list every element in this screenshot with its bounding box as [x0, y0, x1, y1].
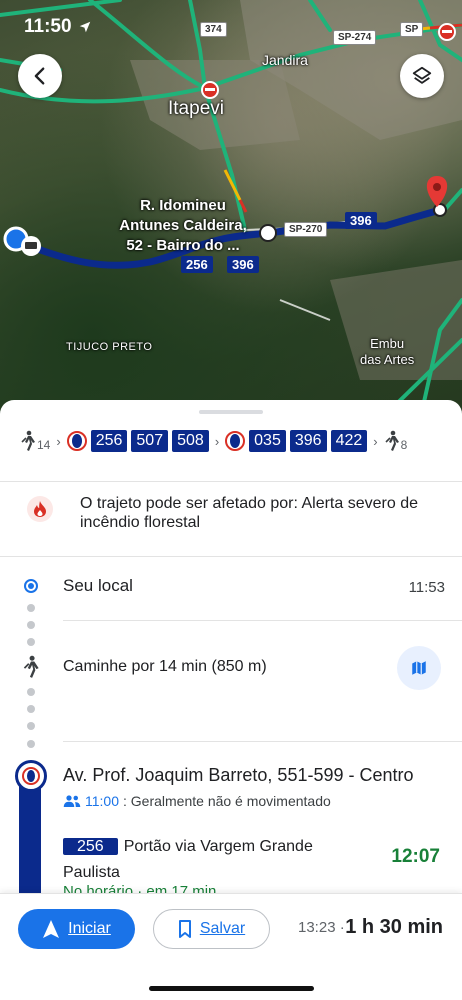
save-route-button[interactable]: Salvar	[153, 909, 270, 949]
bottom-action-bar: Iniciar Salvar 13:23 · 1 h 30 min	[0, 893, 462, 1000]
destination-label-line3: 52 - Bairro do ...	[126, 237, 240, 254]
divider	[0, 556, 462, 557]
origin-time: 11:53	[408, 579, 445, 596]
map-layers-button[interactable]	[400, 54, 444, 98]
crowd-text: : Geralmente não é movimentado	[123, 793, 331, 809]
trip-duration: 1 h 30 min	[345, 916, 443, 938]
start-navigation-button[interactable]: Iniciar	[18, 909, 135, 949]
timeline-dot	[27, 604, 35, 612]
walk-icon	[385, 430, 399, 451]
arrival-time: 13:23 ·	[298, 919, 345, 936]
timeline-dot	[27, 722, 35, 730]
summary-line-badge: 508	[172, 430, 209, 452]
walk-start-minutes: 14	[37, 438, 51, 452]
map-label-tijuco-preto: TIJUCO PRETO	[66, 341, 153, 353]
separator: ·	[339, 919, 345, 936]
walk-step-label[interactable]: Caminhe por 14 min (850 m)	[63, 658, 267, 676]
wildfire-alert[interactable]: O trajeto pode ser afetado por: Alerta s…	[0, 494, 462, 532]
chevron-right-icon: ›	[214, 433, 220, 449]
map-route-badge-396: 396	[227, 256, 259, 273]
road-shield-sp270: SP-270	[284, 222, 328, 237]
embu-label-line2: das Artes	[360, 352, 415, 367]
map-label-jandira: Jandira	[262, 52, 308, 68]
divider	[63, 741, 462, 742]
summary-line-badge: 035	[249, 430, 286, 452]
timeline-dot	[27, 740, 35, 748]
walk-icon	[23, 655, 39, 678]
road-shield-sp: SP	[400, 22, 424, 37]
route-summary[interactable]: 14 › 256 507 508 › 035 396 422 › 8	[0, 426, 462, 456]
layers-icon	[412, 66, 432, 84]
people-icon	[63, 795, 81, 807]
origin-label: Seu local	[63, 576, 133, 595]
bus-stop-name[interactable]: Av. Prof. Joaquim Barreto, 551-599 - Cen…	[63, 765, 414, 786]
map-route-badge-396-east: 396	[345, 212, 377, 229]
metro-bus-icon	[66, 431, 87, 451]
walk-end-segment: 8	[384, 430, 408, 452]
location-arrow-icon	[79, 21, 90, 33]
clock-text: 11:50	[24, 16, 72, 37]
directions-sheet: 14 › 256 507 508 › 035 396 422 › 8 O tra…	[0, 400, 462, 1000]
fire-alert-icon	[27, 496, 53, 522]
summary-line-badge: 422	[330, 430, 368, 452]
alert-text: O trajeto pode ser afetado por: Alerta s…	[80, 495, 418, 531]
departure-time: 12:07	[391, 846, 440, 867]
destination-label-line2: Antunes Caldeira,	[119, 217, 247, 234]
timeline-dot	[27, 621, 35, 629]
chevron-right-icon: ›	[373, 433, 378, 449]
chevron-right-icon: ›	[56, 433, 61, 449]
arrival-time-value: 13:23	[298, 919, 336, 936]
map-view[interactable]: 11:50 374 SP-274 SP SP-270 Jandira Itape…	[0, 0, 462, 420]
map-label-embu: Embu das Artes	[360, 336, 414, 368]
map-route-badge-256: 256	[181, 256, 213, 273]
timeline-dot	[27, 638, 35, 646]
show-walk-map-button[interactable]	[397, 646, 441, 690]
crowd-info: 11:00: Geralmente não é movimentado	[63, 793, 331, 809]
summary-line-badge: 256	[90, 430, 128, 452]
summary-line-badge: 507	[131, 430, 169, 452]
walk-end-minutes: 8	[400, 438, 408, 452]
road-shield-sp274: SP-274	[333, 30, 377, 45]
walk-start-segment: 14	[20, 430, 50, 452]
origin-dot-icon	[24, 579, 38, 593]
crowd-time: 11:00	[85, 793, 119, 809]
status-bar-time: 11:50	[24, 16, 92, 38]
destination-label-line1: R. Idomineu	[140, 197, 226, 214]
save-label: Salvar	[199, 920, 246, 937]
map-icon	[412, 661, 426, 675]
bus-line-info[interactable]: 256 Portão via Vargem Grande Paulista	[63, 834, 323, 886]
summary-line-badge: 396	[289, 430, 327, 452]
bookmark-icon	[178, 920, 191, 938]
home-indicator[interactable]	[149, 986, 314, 991]
bus-stop-icon	[15, 760, 47, 792]
divider	[63, 620, 462, 621]
map-label-destination: R. Idomineu Antunes Caldeira, 52 - Bairr…	[108, 196, 258, 256]
metro-bus-icon	[225, 431, 246, 451]
start-label: Iniciar	[68, 920, 111, 937]
navigation-arrow-icon	[43, 920, 60, 938]
timeline-dot	[27, 705, 35, 713]
road-shield-374: 374	[200, 22, 227, 37]
embu-label-line1: Embu	[370, 336, 405, 351]
chevron-left-icon	[34, 67, 45, 85]
back-button[interactable]	[18, 54, 62, 98]
walk-icon	[21, 430, 35, 451]
map-label-itapevi: Itapevi	[168, 98, 224, 119]
bus-line-badge: 256	[63, 838, 118, 855]
timeline-dot	[27, 688, 35, 696]
drag-handle[interactable]	[199, 410, 263, 414]
divider	[0, 481, 462, 482]
